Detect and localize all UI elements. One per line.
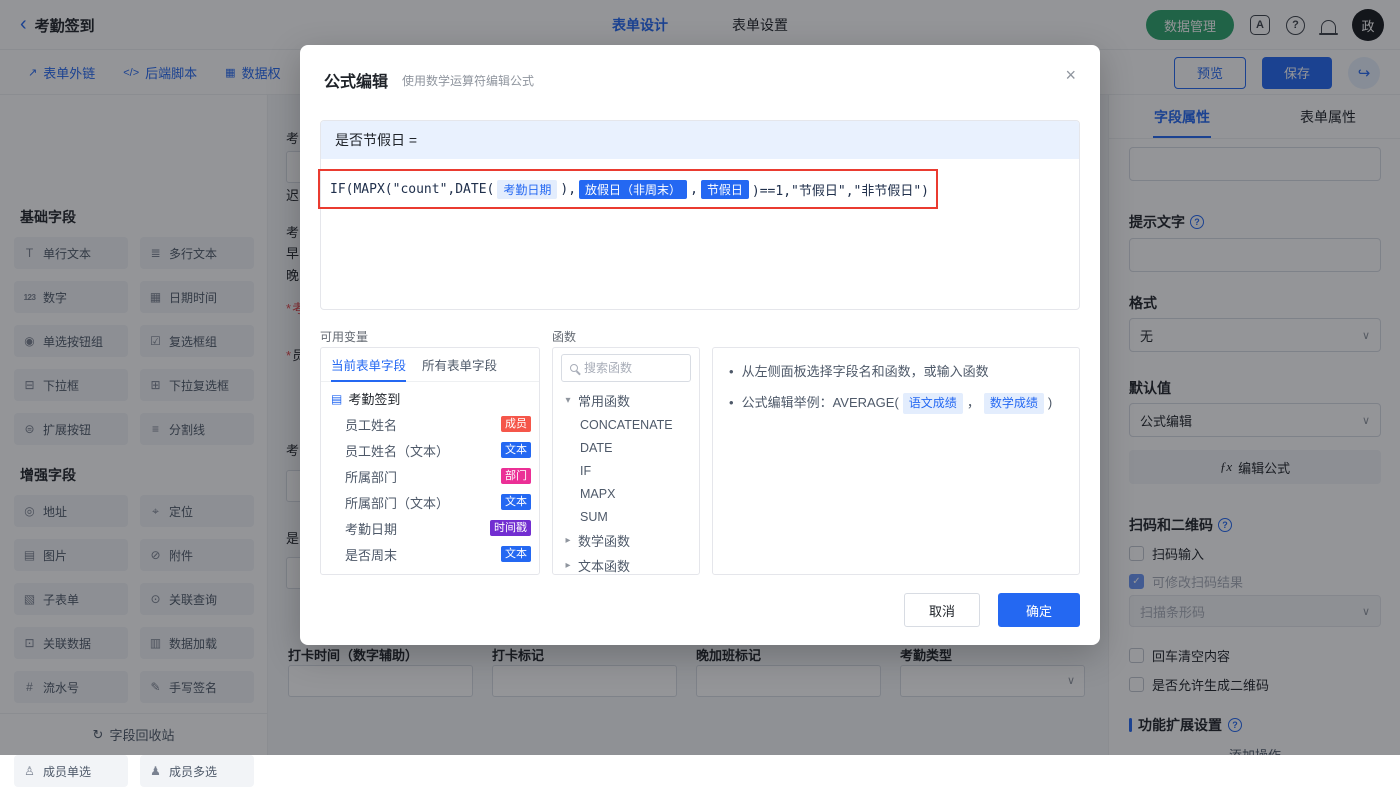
type-tag: 文本	[501, 494, 531, 510]
type-tag: 文本	[501, 442, 531, 458]
help-example-prefix: 公式编辑举例：AVERAGE(	[742, 393, 899, 414]
function-item-if[interactable]: IF	[553, 459, 699, 482]
chevron-right-icon: ▸	[563, 560, 573, 571]
variable-name: 是否周末	[345, 545, 397, 564]
function-search-box[interactable]	[561, 354, 691, 382]
function-group-label: 数学函数	[578, 531, 630, 550]
field-type-member-single[interactable]: ♙ 成员单选	[14, 755, 128, 787]
function-group-math[interactable]: ▸ 数学函数	[553, 528, 699, 553]
close-icon[interactable]: ×	[1065, 65, 1076, 86]
bullet-icon: •	[729, 362, 734, 383]
function-group-label: 文本函数	[578, 556, 630, 575]
bullet-icon: •	[729, 393, 734, 414]
field-type-label: 成员多选	[169, 763, 217, 780]
modal-title: 公式编辑	[324, 68, 388, 92]
variable-row[interactable]: 考勤日期 时间戳	[321, 515, 539, 541]
help-line-2: • 公式编辑举例：AVERAGE( 语文成绩 ， 数学成绩 )	[729, 393, 1063, 414]
variables-panel: 当前表单字段 所有表单字段 ▤ 考勤签到 员工姓名 成员 员工姓名（文本） 文本 所…	[320, 347, 540, 575]
help-text: 从左侧面板选择字段名和函数，或输入函数	[742, 362, 989, 383]
help-example-separator: ，	[967, 393, 980, 414]
field-chip-holiday[interactable]: 节假日	[701, 180, 749, 199]
chevron-right-icon: ▸	[563, 535, 573, 546]
help-example: 公式编辑举例：AVERAGE( 语文成绩 ， 数学成绩 )	[742, 393, 1053, 414]
tab-current-form-fields[interactable]: 当前表单字段	[331, 348, 406, 382]
function-item-mapx[interactable]: MAPX	[553, 482, 699, 505]
chevron-down-icon: ▾	[563, 395, 573, 406]
field-type-label: 成员单选	[43, 763, 91, 780]
variable-name: 所属部门（文本）	[345, 493, 449, 512]
formula-code: ),	[560, 182, 576, 197]
function-item-date[interactable]: DATE	[553, 436, 699, 459]
variable-row[interactable]: 是否周末 文本	[321, 541, 539, 567]
functions-label: 函数	[552, 328, 576, 345]
formula-edit-modal: 公式编辑 使用数学运算符编辑公式 × 是否节假日 = IF(MAPX("coun…	[300, 45, 1100, 645]
variables-label: 可用变量	[320, 328, 368, 345]
functions-panel: ▾ 常用函数 CONCATENATE DATE IF MAPX SUM ▸ 数学…	[552, 347, 700, 575]
type-tag: 时间戳	[490, 520, 531, 536]
formula-editor[interactable]: 是否节假日 =	[320, 120, 1080, 310]
search-icon	[570, 364, 578, 372]
variables-root-node[interactable]: ▤ 考勤签到	[321, 382, 539, 411]
field-chip-math-score: 数学成绩	[984, 393, 1044, 414]
formula-code: )==1,"节假日","非节假日")	[752, 180, 929, 199]
variable-name: 所属部门	[345, 467, 397, 486]
confirm-button[interactable]: 确定	[998, 593, 1080, 627]
variable-row[interactable]: 员工姓名（文本） 文本	[321, 437, 539, 463]
variable-name: 员工姓名	[345, 415, 397, 434]
function-group-label: 常用函数	[578, 391, 630, 410]
variable-name: 员工姓名（文本）	[345, 441, 449, 460]
type-tag: 文本	[501, 546, 531, 562]
field-chip-holiday-nonweekend[interactable]: 放假日（非周末）	[579, 180, 687, 199]
function-item-sum[interactable]: SUM	[553, 505, 699, 528]
type-tag: 成员	[501, 416, 531, 432]
member-single-icon: ♙	[22, 764, 37, 778]
variable-row[interactable]: 所属部门 部门	[321, 463, 539, 489]
variable-row[interactable]: 所属部门（文本） 文本	[321, 489, 539, 515]
function-item-concatenate[interactable]: CONCATENATE	[553, 413, 699, 436]
variable-name: 考勤日期	[345, 519, 397, 538]
variables-tabs: 当前表单字段 所有表单字段	[321, 348, 539, 382]
variable-row[interactable]: 员工姓名 成员	[321, 411, 539, 437]
field-chip-chinese-score: 语文成绩	[903, 393, 963, 414]
form-designer-app: ‹ 考勤签到 表单设计 表单设置 数据管理 A ? 政 ↗ 表单外链 </> 后…	[0, 0, 1400, 755]
function-search-input[interactable]	[584, 361, 684, 375]
formula-help-panel: • 从左侧面板选择字段名和函数，或输入函数 • 公式编辑举例：AVERAGE( …	[712, 347, 1080, 575]
variables-root-label: 考勤签到	[348, 389, 400, 408]
member-multi-icon: ♟	[148, 764, 163, 778]
tab-all-form-fields[interactable]: 所有表单字段	[422, 348, 497, 382]
formula-target: 是否节假日 =	[321, 121, 1079, 159]
type-tag: 部门	[501, 468, 531, 484]
modal-subtitle: 使用数学运算符编辑公式	[402, 72, 534, 89]
function-group-text[interactable]: ▸ 文本函数	[553, 553, 699, 575]
function-group-common[interactable]: ▾ 常用函数	[553, 388, 699, 413]
formula-code: ,	[690, 182, 698, 197]
formula-expression[interactable]: IF(MAPX("count",DATE( 考勤日期 ), 放假日（非周末） ,…	[330, 177, 929, 201]
help-line-1: • 从左侧面板选择字段名和函数，或输入函数	[729, 362, 1063, 383]
document-icon: ▤	[331, 392, 342, 406]
cancel-button[interactable]: 取消	[904, 593, 980, 627]
field-chip-attendance-date[interactable]: 考勤日期	[497, 180, 557, 199]
field-type-member-multi[interactable]: ♟ 成员多选	[140, 755, 254, 787]
formula-code: IF(MAPX("count",DATE(	[330, 182, 494, 197]
help-example-suffix: )	[1048, 393, 1052, 414]
